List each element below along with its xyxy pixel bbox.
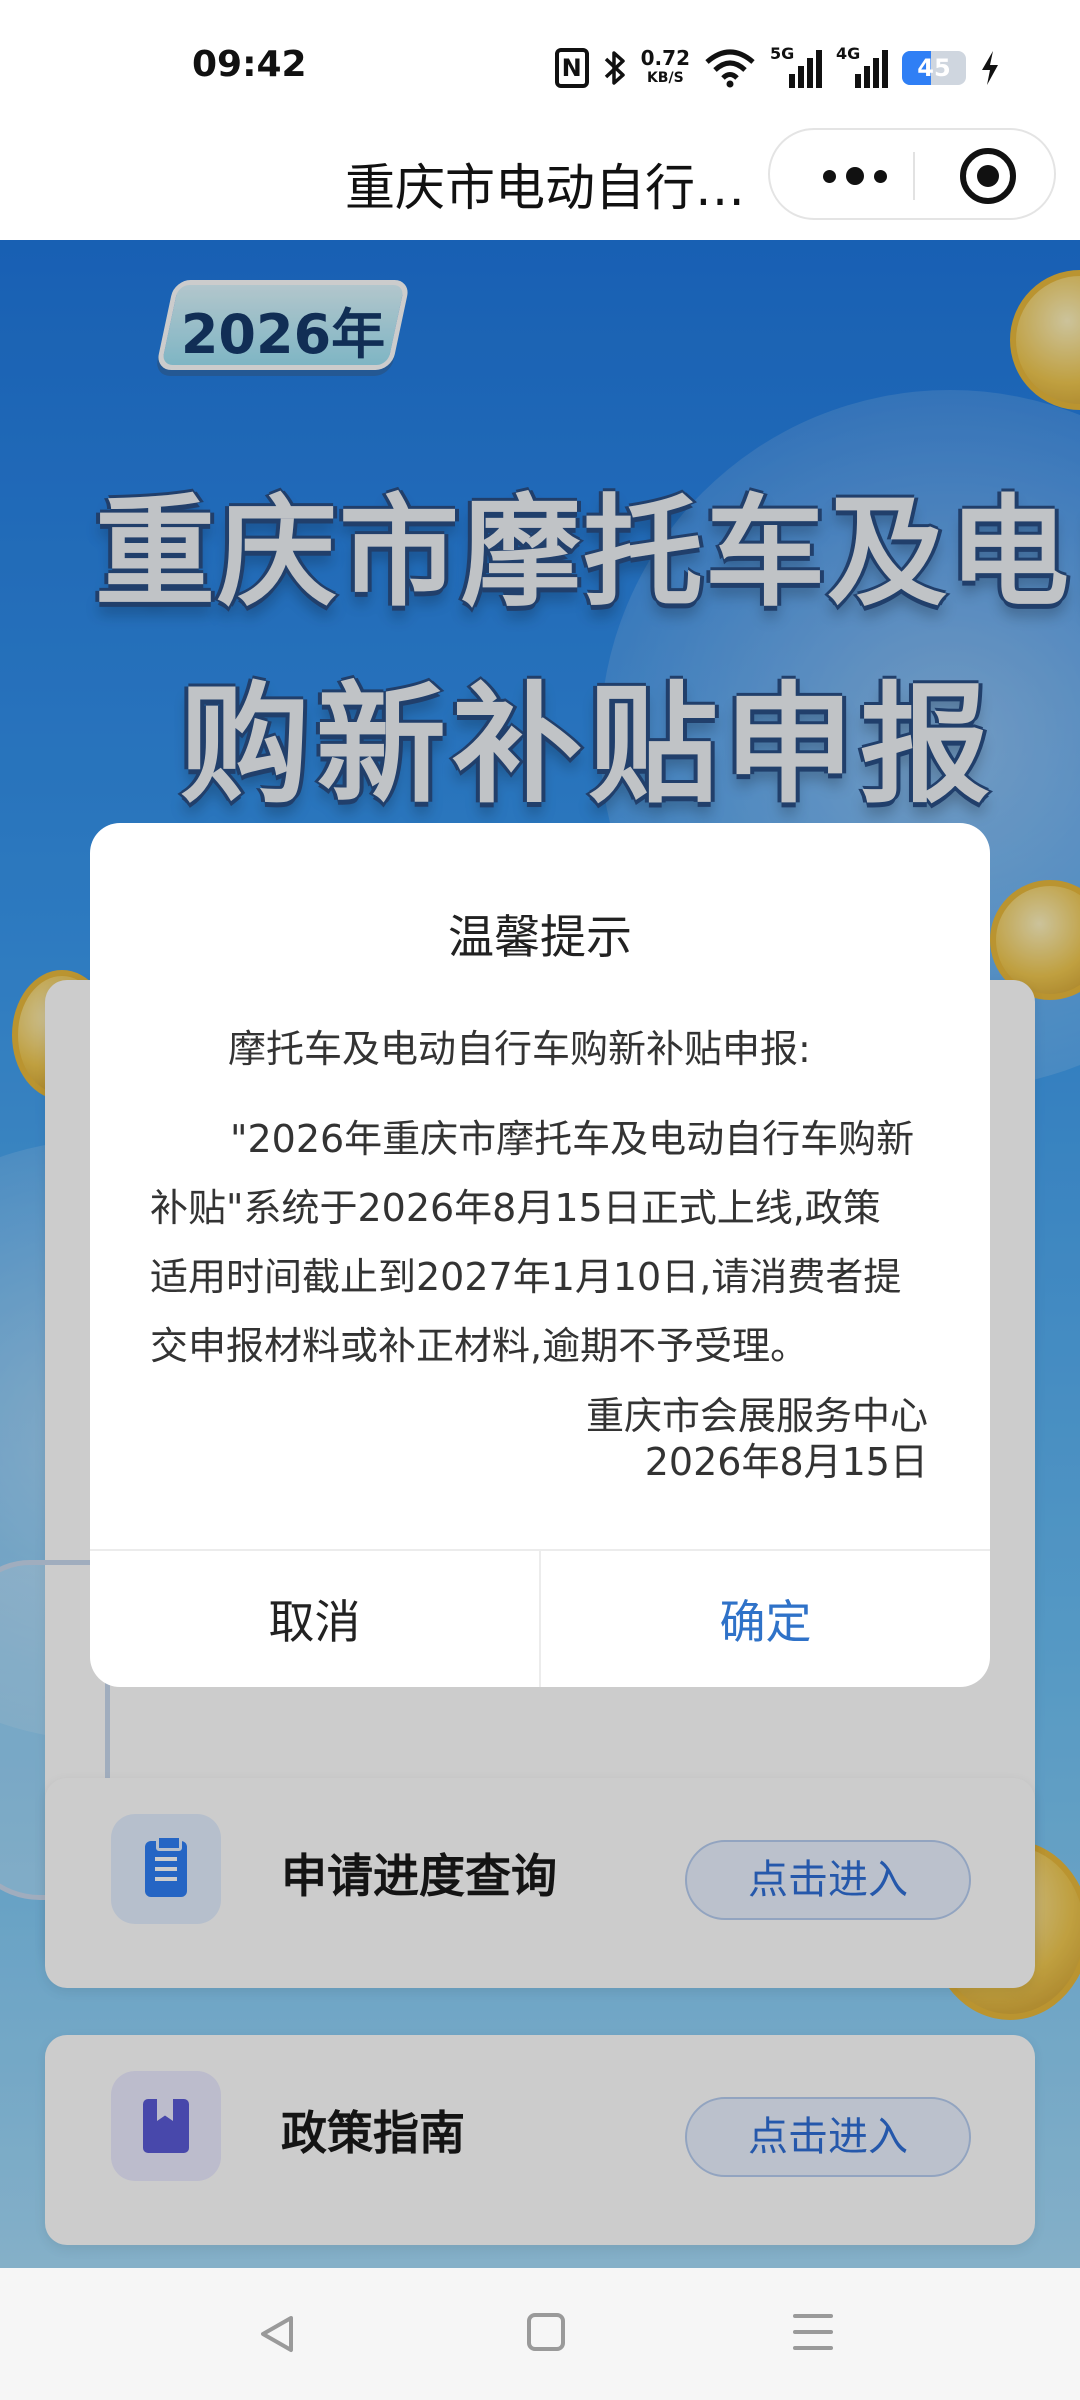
dialog-date: 2026年8月15日 (644, 1440, 928, 1484)
target-circle-icon[interactable] (960, 148, 1016, 204)
dialog-body-line: 交申报材料或补正材料,逾期不予受理。 (150, 1324, 809, 1368)
dialog-body-line: 补贴"系统于2026年8月15日正式上线,政策 (150, 1186, 881, 1230)
back-triangle-icon[interactable] (255, 2312, 299, 2356)
net-speed-unit: KB/S (646, 70, 684, 86)
status-bar: 09:42 N 0.72 KB/S 5G 4G 45 (0, 0, 1080, 120)
status-time: 09:42 (192, 44, 307, 85)
dialog-body: "2026年重庆市摩托车及电动自行车购新 补贴"系统于2026年8月15日正式上… (150, 1105, 940, 1381)
more-dots-icon[interactable] (800, 146, 910, 206)
dialog-title: 温馨提示 (448, 910, 632, 964)
page-title: 重庆市电动自行… (345, 159, 745, 217)
status-icons: N 0.72 KB/S 5G 4G 45 (554, 44, 1000, 92)
dialog-body-line: 适用时间截止到2027年1月10日,请消费者提 (150, 1255, 902, 1299)
cancel-button[interactable]: 取消 (90, 1551, 541, 1687)
net-speed-value: 0.72 (640, 46, 690, 70)
menu-lines-icon[interactable] (793, 2314, 833, 2350)
dialog-signature-block: 重庆市会展服务中心 2026年8月15日 (586, 1393, 928, 1485)
charging-icon (980, 50, 1000, 86)
bluetooth-icon (603, 49, 627, 87)
battery-level: 45 (917, 54, 951, 82)
net-speed: 0.72 KB/S (641, 48, 690, 88)
signal-4g-icon: 4G (836, 44, 888, 88)
dialog-body-line: "2026年重庆市摩托车及电动自行车购新 (230, 1117, 915, 1161)
confirm-button[interactable]: 确定 (541, 1551, 990, 1687)
notice-dialog: 温馨提示 摩托车及电动自行车购新补贴申报: "2026年重庆市摩托车及电动自行车… (90, 823, 990, 1687)
capsule-divider (913, 152, 915, 200)
dialog-intro: 摩托车及电动自行车购新补贴申报: (228, 1027, 811, 1071)
title-bar: 重庆市电动自行… (0, 120, 1080, 240)
dialog-footer: 取消 确定 (90, 1549, 990, 1687)
signal-5g-icon: 5G (770, 44, 822, 88)
wifi-icon (704, 48, 756, 88)
system-nav-bar (0, 2268, 1080, 2400)
nfc-icon: N (554, 48, 589, 88)
battery-icon: 45 (902, 51, 966, 85)
home-square-icon[interactable] (527, 2313, 565, 2351)
mini-program-capsule (768, 128, 1056, 220)
dialog-signature: 重庆市会展服务中心 (585, 1394, 928, 1438)
